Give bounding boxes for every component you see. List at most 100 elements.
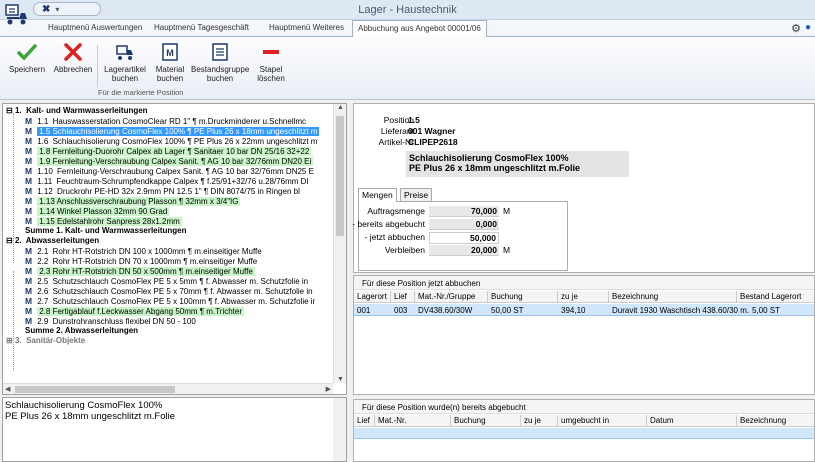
col-bezeichnung[interactable]: Bezeichnung: [612, 292, 658, 301]
window-title: Lager - Haustechnik: [358, 4, 457, 16]
col-zuje[interactable]: zu je: [524, 416, 541, 425]
grid-header: Lagerort Lief Mat.-Nr./Gruppe Buchung zu…: [354, 291, 814, 303]
tree-row[interactable]: M 1.11 Feuchtraum-Schrumpfendkappe Calpe…: [25, 176, 311, 186]
material-icon: M: [25, 216, 33, 226]
tree-row[interactable]: M 1.1 Hauswasserstation CosmoClear RD 1"…: [25, 116, 308, 126]
col-umgebucht[interactable]: umgebucht in: [561, 416, 609, 425]
col-buchung[interactable]: Buchung: [454, 416, 486, 425]
scroll-down-icon[interactable]: ▼: [337, 376, 344, 383]
tree-row[interactable]: M 1.14 Winkel Plasson 32mm 90 Grad: [25, 206, 170, 216]
grid-title: Für diese Position wurde(n) bereits abge…: [362, 403, 526, 412]
col-lief[interactable]: Lief: [394, 292, 407, 301]
bestandsgruppe-label: Bestandsgruppe: [191, 65, 250, 74]
tree-group-3[interactable]: ⊞ 3. Sanitär-Objekte: [6, 336, 85, 346]
tab-preise[interactable]: Preise: [400, 188, 433, 201]
tree-row[interactable]: M 1.13 Anschlussverschraubung Plasson ¶ …: [25, 196, 241, 206]
tree-row[interactable]: M 1.9 Fernleitung-Verschraubung Calpex S…: [25, 156, 314, 166]
tree-row[interactable]: M 2.5 Schutzschlauch CosmoFlex PE 5 x 5m…: [25, 276, 310, 286]
position-label: Position: [383, 115, 414, 125]
collapse-icon[interactable]: ⊟: [6, 106, 13, 115]
checkmark-icon: [17, 44, 37, 61]
material-icon: M: [25, 276, 33, 286]
warehouse-icon: [116, 45, 133, 60]
material-label: Material: [155, 65, 185, 74]
app-window: ✖ ▾ Lager - Haustechnik Hauptmenü Auswer…: [0, 0, 815, 462]
vertical-scrollbar[interactable]: [333, 398, 346, 461]
tree-row[interactable]: M 1.12 Druckrohr PE-HD 32x 2.9mm PN 12.5…: [25, 186, 302, 196]
col-lief[interactable]: Lief: [357, 416, 370, 425]
expand-icon[interactable]: ⊞: [6, 336, 13, 345]
vertical-scrollbar[interactable]: ▲ ▼: [333, 104, 346, 383]
article-description: Schlauchisolierung CosmoFlex 100% PE Plu…: [406, 151, 629, 177]
tree-row[interactable]: M 2.8 Fertigablauf f.Leckwasser Abgang 5…: [25, 306, 245, 316]
tree-row[interactable]: M 2.9 Dunstrohranschluss flexibel DN 50 …: [25, 316, 198, 326]
settings-icon[interactable]: ⚙: [791, 22, 801, 35]
table-row-empty[interactable]: [354, 428, 814, 439]
col-datum[interactable]: Datum: [650, 416, 674, 425]
col-buchung[interactable]: Buchung: [491, 292, 523, 301]
tree-row[interactable]: M 2.1 Rohr HT-Rotstrich DN 100 x 1000mm …: [25, 246, 264, 256]
material-icon: M: [25, 246, 33, 256]
col-zuje[interactable]: zu je: [561, 292, 578, 301]
tree-row[interactable]: M 1.8 Fernleitung-Duorohr Calpex ab Lage…: [25, 146, 312, 156]
tree-row[interactable]: M 1.15 Edelstahlrohr Sanpress 28x1.2mm: [25, 216, 182, 226]
help-icon[interactable]: ●: [805, 22, 811, 35]
tab-weiteres[interactable]: Hauptmenü Weiteres: [269, 23, 344, 32]
scroll-up-icon[interactable]: ▲: [337, 104, 344, 111]
scroll-left-icon[interactable]: ◀: [5, 385, 10, 393]
col-bestand[interactable]: Bestand Lagerort: [740, 292, 801, 301]
grid-title: Für diese Position jetzt abbuchen: [362, 279, 481, 288]
material-buchen-button[interactable]: M Material buchen: [153, 41, 187, 83]
material-icon: M: [25, 126, 33, 136]
stapel-label: Stapel: [259, 65, 283, 74]
tree-row[interactable]: M 2.6 Schutzschlauch CosmoFlex PE 5 x 70…: [25, 286, 315, 296]
tree-row[interactable]: M 1.6 Schlauchisolierung CosmoFlex 100% …: [25, 136, 319, 146]
scroll-thumb[interactable]: [336, 116, 344, 236]
material-icon: M: [25, 186, 33, 196]
table-row[interactable]: 001 003 DV438.60/30W 50,00 ST 394,10 Dur…: [354, 304, 814, 316]
position-tree[interactable]: ⊟ 1. Kalt- und Warmwasserleitungen M 1.1…: [2, 103, 347, 395]
tree-row[interactable]: M 2.2 Rohr HT-Rotstrich DN 70 x 1000mm ¶…: [25, 256, 259, 266]
bestandsgruppe-buchen-button[interactable]: Bestandsgruppe buchen: [191, 41, 249, 83]
cancel-button[interactable]: Abbrechen: [53, 41, 93, 74]
material-icon: M: [25, 156, 33, 166]
collapse-icon[interactable]: ⊟: [6, 236, 13, 245]
tree-row[interactable]: M 2.3 Rohr HT-Rotstrich DN 50 x 500mm ¶ …: [25, 266, 255, 276]
qty-row: Auftragsmenge 70,000 M: [367, 206, 511, 217]
tree-row[interactable]: M 2.7 Schutzschlauch CosmoFlex PE 5 x 10…: [25, 296, 317, 306]
horizontal-scrollbar[interactable]: ◀ ▶: [3, 383, 333, 394]
qty-row: Verbleiben 20,000 M: [384, 245, 511, 256]
col-bezeichnung[interactable]: Bezeichnung: [740, 416, 786, 425]
minus-icon: [263, 50, 279, 54]
tab-auswertungen[interactable]: Hauptmenü Auswertungen: [48, 23, 142, 32]
tree-group-2[interactable]: ⊟ 2. Abwasserleitungen: [6, 236, 99, 246]
lagerartikel-buchen-button[interactable]: Lagerartikel buchen: [103, 41, 147, 83]
scroll-right-icon[interactable]: ▶: [326, 385, 331, 393]
qty-row[interactable]: - jetzt abbuchen 50,000: [363, 232, 523, 244]
description-text[interactable]: Schlauchisolierung CosmoFlex 100% PE Plu…: [2, 397, 347, 462]
tree-group-1[interactable]: ⊟ 1. Kalt- und Warmwasserleitungen: [6, 106, 148, 116]
material-icon: M: [162, 43, 178, 61]
app-logo-icon[interactable]: [4, 1, 30, 27]
material-icon: M: [25, 176, 33, 186]
scroll-thumb[interactable]: [15, 386, 175, 393]
stapel-loeschen-button[interactable]: Stapel löschen: [253, 41, 289, 83]
material-icon: M: [25, 286, 33, 296]
quantity-panel: Auftragsmenge 70,000 M - bereits abgebuc…: [352, 201, 568, 271]
col-lagerort[interactable]: Lagerort: [357, 292, 387, 301]
col-matnr[interactable]: Mat.-Nr./Gruppe: [418, 292, 475, 301]
col-matnr[interactable]: Mat.-Nr.: [378, 416, 406, 425]
tree-row[interactable]: M 1.10 Fernleitung-Verschraubung Calpex …: [25, 166, 316, 176]
description-line: PE Plus 26 x 18mm ungeschlitzt m.Folie: [5, 411, 176, 422]
qty-row: - bereits abgebucht 0,000: [352, 219, 499, 230]
ribbon-group-label: Für die markierte Position: [98, 88, 184, 97]
save-button[interactable]: Speichern: [9, 41, 45, 74]
material-icon: M: [25, 196, 33, 206]
tree-row-selected[interactable]: M 1.5 Schlauchisolierung CosmoFlex 100% …: [25, 126, 320, 136]
tab-tagesgeschaeft[interactable]: Hauptmenü Tagesgeschäft: [154, 23, 249, 32]
tab-abbuchung[interactable]: Abbuchung aus Angebot 00001/06: [352, 20, 487, 38]
tab-mengen[interactable]: Mengen: [358, 188, 397, 202]
ribbon: Speichern Abbrechen Lagerartikel buchen …: [0, 37, 815, 100]
artikel-label: Artikel-Nr: [378, 137, 414, 147]
abbuchen-input[interactable]: 50,000: [429, 232, 499, 244]
